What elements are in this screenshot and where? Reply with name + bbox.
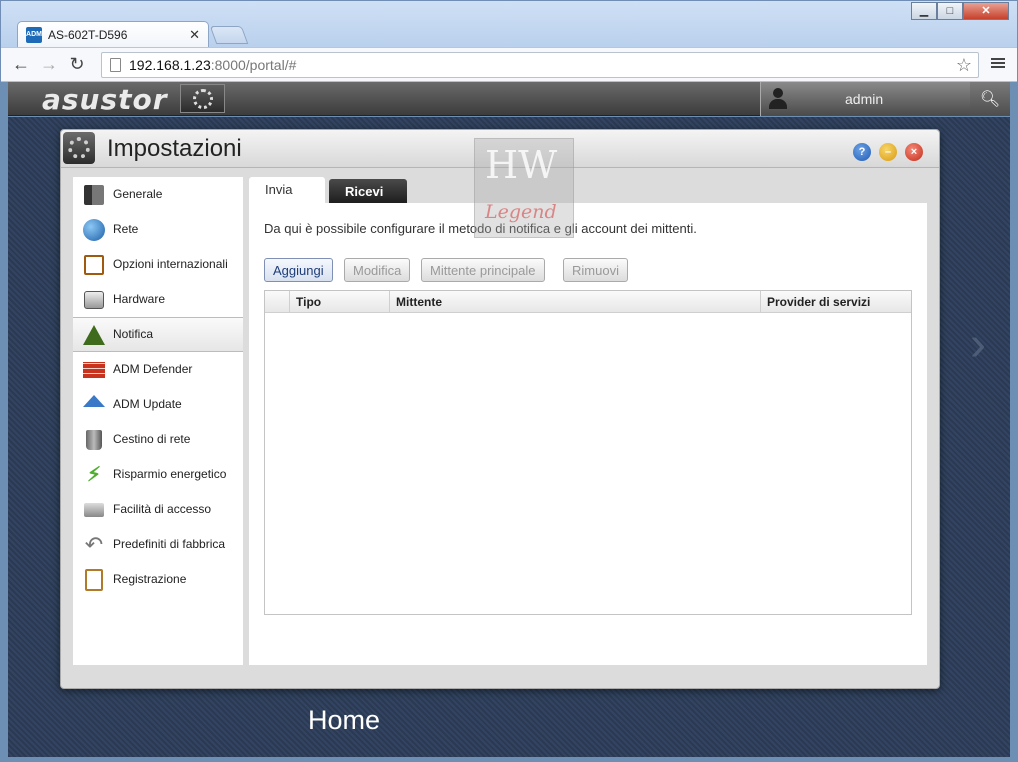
primary-sender-button[interactable]: Mittente principale [421, 258, 545, 282]
sidebar-item-facilita-di-accesso[interactable]: Facilità di accesso [73, 492, 243, 527]
sidebar-item-label: Registrazione [113, 572, 187, 586]
minimize-button[interactable]: – [879, 143, 897, 161]
back-button[interactable]: ← [7, 51, 35, 79]
notification-content: Invia Ricevi Da qui è possibile configur… [249, 177, 927, 665]
sidebar-item-label: Opzioni internazionali [113, 257, 228, 271]
tab-invia[interactable]: Invia [249, 177, 325, 203]
search-button[interactable]: 🔍︎ [970, 82, 1010, 116]
watermark-bottom-text: Legend [485, 201, 557, 223]
sidebar-item-label: Generale [113, 187, 163, 201]
column-header-tipo[interactable]: Tipo [290, 291, 390, 313]
calendar-clock-icon [83, 254, 105, 276]
sidebar-item-adm-update[interactable]: ADM Update [73, 387, 243, 422]
clipboard-icon [83, 568, 105, 591]
add-button[interactable]: Aggiungi [264, 258, 333, 282]
sidebar-item-label: Rete [113, 222, 139, 236]
search-icon: 🔍︎ [979, 91, 1001, 108]
send-panel: Da qui è possibile configurare il metodo… [249, 203, 927, 665]
asustor-logo: asustor [42, 83, 168, 116]
sidebar-item-hardware[interactable]: Hardware [73, 282, 243, 317]
reload-button[interactable]: ↻ [63, 51, 91, 79]
forward-button[interactable]: → [35, 51, 63, 79]
settings-taskbar-button[interactable] [180, 84, 225, 113]
column-header-provider[interactable]: Provider di servizi [761, 291, 911, 313]
select-column-header[interactable] [265, 291, 290, 313]
next-page-arrow-icon[interactable]: › [970, 317, 986, 372]
browser-chrome: ADM AS-602T-D596 ✕ ▁ □ ✕ ← → ↻ 192.168.1… [0, 0, 1018, 82]
server-icon [83, 184, 105, 206]
upload-arrow-icon [83, 394, 105, 416]
sidebar-item-risparmio-energetico[interactable]: ⚡︎ Risparmio energetico [73, 457, 243, 492]
sidebar-item-predefiniti-di-fabbrica[interactable]: ↶ Predefiniti di fabbrica [73, 527, 243, 562]
sidebar-item-label: Notifica [113, 327, 154, 341]
warning-icon [83, 324, 105, 346]
home-label: Home [308, 705, 381, 735]
sidebar-item-registrazione[interactable]: Registrazione [73, 562, 243, 597]
sidebar-item-label: Predefiniti di fabbrica [113, 537, 226, 551]
undo-icon: ↶ [84, 531, 104, 557]
minimize-window-button[interactable]: ▁ [911, 2, 937, 20]
window-controls: ▁ □ ✕ [911, 2, 1009, 20]
sidebar-item-notifica[interactable]: Notifica [73, 317, 243, 352]
browser-menu-button[interactable] [991, 56, 1005, 70]
firewall-icon [83, 359, 105, 381]
sidebar-item-opzioni-internazionali[interactable]: Opzioni internazionali [73, 247, 243, 282]
table-header: Tipo Mittente Provider di servizi [265, 291, 911, 313]
sidebar-item-adm-defender[interactable]: ADM Defender [73, 352, 243, 387]
sidebar-item-label: Hardware [113, 292, 166, 306]
sidebar-item-generale[interactable]: Generale [73, 177, 243, 212]
sidebar-item-label: Facilità di accesso [113, 502, 212, 516]
user-icon [769, 88, 787, 110]
user-name: admin [845, 91, 884, 107]
gear-icon [192, 88, 213, 109]
remove-button[interactable]: Rimuovi [563, 258, 628, 282]
column-header-mittente[interactable]: Mittente [390, 291, 761, 313]
hwlegend-watermark: HW Legend [474, 138, 574, 238]
watermark-top-text: HW [485, 143, 558, 187]
maximize-window-button[interactable]: □ [937, 2, 963, 20]
bookmark-star-icon[interactable]: ☆ [956, 55, 972, 76]
close-button[interactable]: × [905, 143, 923, 161]
close-icon[interactable]: ✕ [189, 27, 200, 43]
url-path: :8000/portal/# [210, 57, 297, 73]
sender-accounts-table: Tipo Mittente Provider di servizi [264, 290, 912, 615]
sidebar-item-rete[interactable]: Rete [73, 212, 243, 247]
page-icon [110, 58, 121, 72]
new-tab-button[interactable] [209, 26, 249, 44]
settings-app-icon [63, 132, 95, 164]
tab-title: AS-602T-D596 [48, 27, 128, 42]
lightning-icon: ⚡︎ [86, 464, 102, 486]
url-host: 192.168.1.23 [129, 57, 211, 73]
settings-sidebar: Generale Rete Opzioni internazionali Har… [73, 177, 243, 665]
sidebar-item-label: ADM Update [113, 397, 182, 411]
edit-button[interactable]: Modifica [344, 258, 411, 282]
window-title: Impostazioni [107, 135, 242, 162]
sidebar-item-label: Cestino di rete [113, 432, 191, 446]
sidebar-item-cestino-di-rete[interactable]: Cestino di rete [73, 422, 243, 457]
help-button[interactable]: ? [853, 143, 871, 161]
trash-icon [83, 429, 105, 451]
browser-tab[interactable]: ADM AS-602T-D596 ✕ [17, 21, 209, 47]
sidebar-item-label: Risparmio energetico [113, 467, 227, 481]
adm-favicon-icon: ADM [26, 26, 42, 43]
tab-ricevi[interactable]: Ricevi [329, 179, 407, 203]
close-window-button[interactable]: ✕ [963, 2, 1009, 20]
user-menu[interactable]: admin [760, 82, 970, 116]
hard-disk-icon [83, 289, 105, 311]
globe-icon [83, 218, 105, 241]
browser-toolbar: ← → ↻ 192.168.1.23 :8000/portal/# ☆ [1, 47, 1017, 81]
adm-taskbar: asustor admin 🔍︎ [8, 82, 1010, 116]
printer-icon [83, 499, 105, 521]
sidebar-item-label: ADM Defender [113, 362, 193, 376]
address-bar[interactable]: 192.168.1.23 :8000/portal/# ☆ [101, 52, 979, 78]
